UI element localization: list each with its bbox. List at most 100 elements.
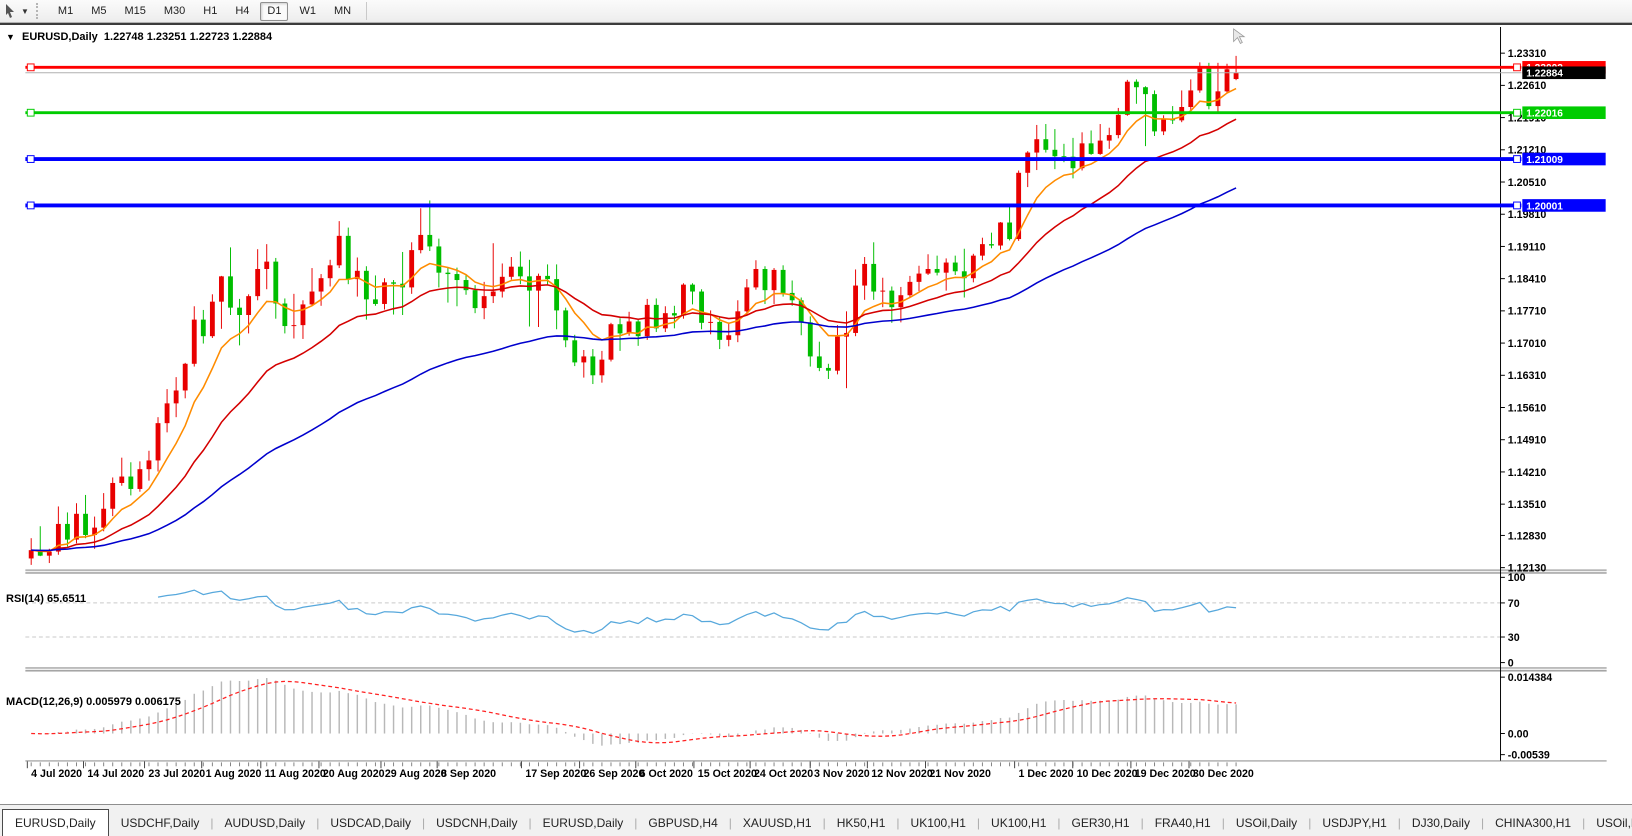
candlesticks xyxy=(29,56,1239,565)
horizontal-level-lines: 1.230021.220161.210091.20001 xyxy=(25,61,1605,212)
rsi-name: RSI(14) xyxy=(6,593,44,605)
symbol-tab-fra40-h1[interactable]: FRA40,H1 xyxy=(1145,811,1221,836)
symbol-tab-uk100-h1[interactable]: UK100,H1 xyxy=(981,811,1056,836)
svg-text:1.18410: 1.18410 xyxy=(1508,274,1547,286)
price-axis: 1.233101.226101.219101.212101.205101.198… xyxy=(1500,48,1546,574)
svg-text:0.014384: 0.014384 xyxy=(1508,672,1552,684)
svg-text:1.15610: 1.15610 xyxy=(1508,402,1547,414)
svg-text:1.17010: 1.17010 xyxy=(1508,338,1547,350)
svg-text:1.22884: 1.22884 xyxy=(1526,69,1563,80)
timeframe-button-m30[interactable]: M30 xyxy=(157,2,192,21)
svg-text:1.19110: 1.19110 xyxy=(1508,241,1546,253)
svg-text:30 Dec 2020: 30 Dec 2020 xyxy=(1193,768,1254,780)
chart-canvas[interactable]: 4 Jul 2020 14 Jul 2020 23 Jul 20201 Aug 20… xyxy=(0,27,1632,806)
svg-text:17 Sep 2020: 17 Sep 2020 xyxy=(525,768,586,780)
macd-indicator-label: MACD(12,26,9) 0.005979 0.006175 xyxy=(6,696,181,708)
symbol-tab-usoil-daily[interactable]: USOil,Daily xyxy=(1226,811,1307,836)
collapse-triangle-icon[interactable]: ▼ xyxy=(6,32,15,42)
svg-text:100: 100 xyxy=(1508,572,1526,584)
symbol-tab-usdchf-daily[interactable]: USDCHF,Daily xyxy=(111,811,210,836)
symbol-tab-gbpusd-h4[interactable]: GBPUSD,H4 xyxy=(638,811,727,836)
svg-text:1.12830: 1.12830 xyxy=(1508,530,1547,542)
svg-text:30: 30 xyxy=(1508,632,1520,644)
svg-text:1.16310: 1.16310 xyxy=(1508,370,1547,382)
chart-symbol-period: EURUSD,Daily xyxy=(22,31,98,43)
symbol-tab-bar: EURUSD,DailyUSDCHF,Daily|AUDUSD,Daily|US… xyxy=(0,804,1632,836)
macd-name: MACD(12,26,9) xyxy=(6,696,83,708)
symbol-tab-hk50-h1[interactable]: HK50,H1 xyxy=(827,811,896,836)
macd-panel: 0.014384 0.00 -0.00539 xyxy=(31,672,1552,762)
svg-text:1.14910: 1.14910 xyxy=(1508,435,1547,447)
symbol-tab-usdcnh-daily[interactable]: USDCNH,Daily xyxy=(426,811,527,836)
timeframe-button-m5[interactable]: M5 xyxy=(84,2,113,21)
chevron-down-icon[interactable]: ▼ xyxy=(18,7,32,16)
svg-text:1 Dec 2020: 1 Dec 2020 xyxy=(1019,768,1074,780)
macd-signal-value: 0.006175 xyxy=(135,696,181,708)
mouse-cursor xyxy=(1234,29,1245,44)
symbol-tab-usdjpy-h1[interactable]: USDJPY,H1 xyxy=(1312,811,1396,836)
svg-text:24 Oct 2020: 24 Oct 2020 xyxy=(754,768,813,780)
toolbar-separator xyxy=(366,2,367,20)
toolbar-grip-handle[interactable] xyxy=(36,3,43,19)
rsi-value: 65.6511 xyxy=(47,593,86,605)
svg-text:6 Oct 2020: 6 Oct 2020 xyxy=(640,768,693,780)
svg-text:1.22016: 1.22016 xyxy=(1526,109,1563,120)
svg-text:19 Dec 2020: 19 Dec 2020 xyxy=(1135,768,1196,780)
svg-text:4 Jul 2020: 4 Jul 2020 xyxy=(31,768,82,780)
symbol-tab-usdcad-daily[interactable]: USDCAD,Daily xyxy=(320,811,421,836)
rsi-indicator-label: RSI(14) 65.6511 xyxy=(6,593,86,605)
ohlc-open: 1.22748 xyxy=(104,31,144,43)
symbol-tab-dj30-daily[interactable]: DJ30,Daily xyxy=(1402,811,1480,836)
symbol-tab-xauusd-h1[interactable]: XAUUSD,H1 xyxy=(733,811,822,836)
rsi-panel: 100 70 30 0 xyxy=(25,572,1525,669)
ohlc-close: 1.22884 xyxy=(232,31,272,43)
svg-text:70: 70 xyxy=(1508,598,1520,610)
svg-text:29 Aug 2020: 29 Aug 2020 xyxy=(385,768,447,780)
symbol-tab-eurusd-daily[interactable]: EURUSD,Daily xyxy=(2,809,109,836)
svg-text:10 Dec 2020: 10 Dec 2020 xyxy=(1077,768,1138,780)
symbol-tab-usoil-h1[interactable]: USOil,H1 xyxy=(1586,811,1632,836)
svg-text:1.13510: 1.13510 xyxy=(1508,499,1547,511)
svg-text:1 Aug 2020: 1 Aug 2020 xyxy=(206,768,262,780)
cursor-tool-icon[interactable] xyxy=(2,3,18,19)
svg-text:1.21009: 1.21009 xyxy=(1526,155,1563,166)
timeframe-button-h4[interactable]: H4 xyxy=(228,2,256,21)
timeframe-button-w1[interactable]: W1 xyxy=(292,2,323,21)
svg-text:1.17710: 1.17710 xyxy=(1508,306,1547,318)
symbol-tab-uk100-h1[interactable]: UK100,H1 xyxy=(901,811,976,836)
svg-text:12 Nov 2020: 12 Nov 2020 xyxy=(871,768,933,780)
timeframe-button-m15[interactable]: M15 xyxy=(117,2,152,21)
symbol-tab-audusd-daily[interactable]: AUDUSD,Daily xyxy=(215,811,316,836)
timeframe-button-d1[interactable]: D1 xyxy=(260,2,288,21)
svg-text:15 Oct 2020: 15 Oct 2020 xyxy=(698,768,757,780)
svg-text:11 Aug 2020: 11 Aug 2020 xyxy=(265,768,326,780)
svg-text:20 Aug 2020: 20 Aug 2020 xyxy=(323,768,385,780)
macd-main-value: 0.005979 xyxy=(86,696,132,708)
panel-frame xyxy=(25,27,1606,761)
symbol-tab-china300-h1[interactable]: CHINA300,H1 xyxy=(1485,811,1581,836)
svg-text:0.00: 0.00 xyxy=(1508,728,1529,740)
svg-text:23 Jul 2020: 23 Jul 2020 xyxy=(148,768,205,780)
svg-text:1.23310: 1.23310 xyxy=(1508,48,1547,60)
ohlc-low: 1.22723 xyxy=(190,31,230,43)
svg-text:3 Nov 2020: 3 Nov 2020 xyxy=(814,768,870,780)
svg-text:14 Jul 2020: 14 Jul 2020 xyxy=(87,768,144,780)
timeframe-button-h1[interactable]: H1 xyxy=(196,2,224,21)
date-axis: 4 Jul 2020 14 Jul 2020 23 Jul 20201 Aug 20… xyxy=(27,761,1254,780)
timeframe-button-m1[interactable]: M1 xyxy=(51,2,80,21)
ohlc-high: 1.23251 xyxy=(147,31,187,43)
chart-window: ▼ EURUSD,Daily 1.22748 1.23251 1.22723 1… xyxy=(0,23,1632,804)
svg-text:1.20001: 1.20001 xyxy=(1526,201,1563,212)
svg-text:-0.00539: -0.00539 xyxy=(1508,750,1550,762)
svg-text:1.22610: 1.22610 xyxy=(1508,80,1547,92)
svg-text:0: 0 xyxy=(1508,657,1514,669)
symbol-tab-ger30-h1[interactable]: GER30,H1 xyxy=(1062,811,1140,836)
chart-title: ▼ EURUSD,Daily 1.22748 1.23251 1.22723 1… xyxy=(6,31,272,43)
symbol-tab-eurusd-daily[interactable]: EURUSD,Daily xyxy=(533,811,634,836)
svg-text:8 Sep 2020: 8 Sep 2020 xyxy=(441,768,496,780)
svg-text:26 Sep 2020: 26 Sep 2020 xyxy=(583,768,644,780)
svg-text:21 Nov 2020: 21 Nov 2020 xyxy=(929,768,991,780)
timeframe-toolbar: ▼ M1M5M15 M30H1H4D1W1MN xyxy=(0,0,1632,23)
timeframe-button-mn[interactable]: MN xyxy=(327,2,358,21)
svg-text:1.14210: 1.14210 xyxy=(1508,467,1547,479)
